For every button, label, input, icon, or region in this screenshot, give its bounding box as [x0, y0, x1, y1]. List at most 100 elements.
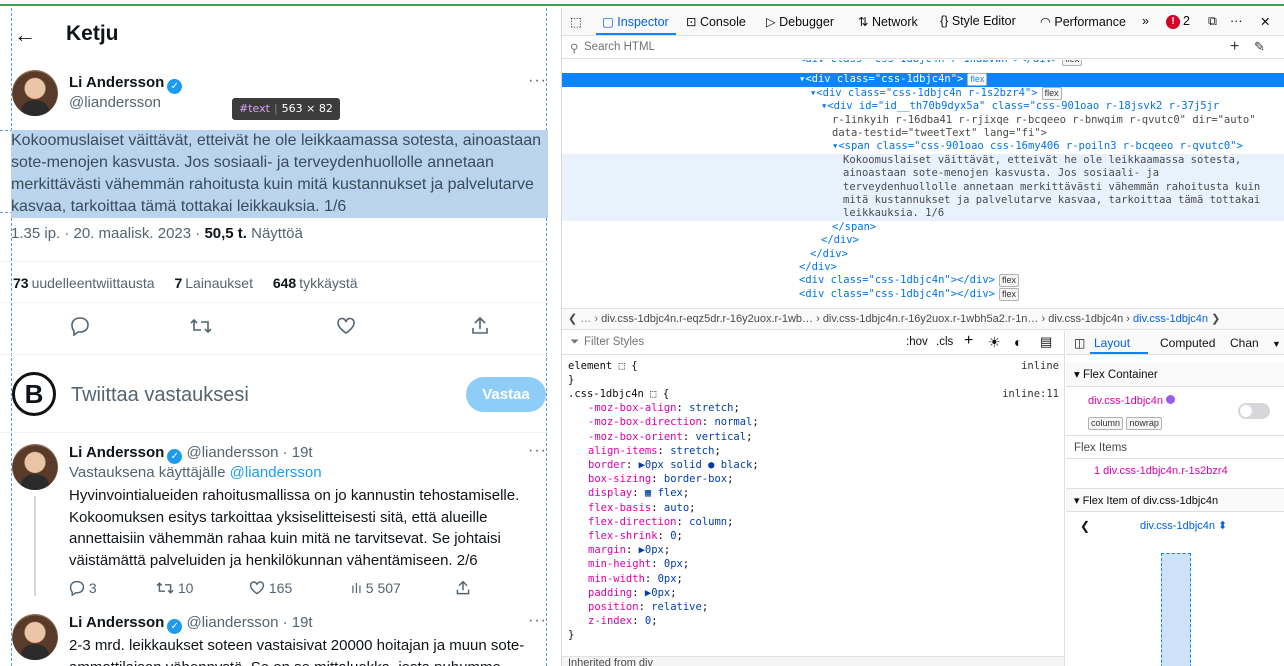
- quote-stat[interactable]: 7 Lainaukset: [174, 275, 253, 291]
- html-tree-node[interactable]: data-testid="tweetText" lang="fi">: [562, 127, 1284, 141]
- reply-icon[interactable]: [70, 316, 90, 342]
- flex-container-element[interactable]: div.css-1dbjc4n: [1088, 395, 1176, 407]
- html-tree[interactable]: <div class="css-1dbjc4n r-1habvwh"></div…: [562, 60, 1284, 307]
- html-tree-node[interactable]: ▾<div class="css-1dbjc4n r-1s2bzr4"> flex: [562, 86, 1284, 101]
- filter-styles-input[interactable]: Filter Styles: [584, 336, 644, 348]
- flex-badge[interactable]: flex: [1062, 60, 1083, 66]
- css-property-name[interactable]: box-sizing: [588, 473, 651, 485]
- css-property-value[interactable]: stretch: [670, 445, 714, 457]
- breadcrumb-item[interactable]: div.css-1dbjc4n.r-16y2uox.r-1wbh5a2.r-1n…: [823, 313, 1039, 325]
- user-avatar-logo-icon[interactable]: B: [12, 372, 56, 416]
- css-property-value[interactable]: relative: [651, 601, 702, 613]
- tab-style-editor[interactable]: {} Style Editor: [940, 14, 1016, 28]
- css-property-value[interactable]: ▶0px: [639, 544, 664, 556]
- flex-container-header[interactable]: ▾ Flex Container: [1066, 363, 1284, 387]
- css-declaration[interactable]: margin: ▶0px;: [588, 543, 1063, 557]
- more-tabs-icon[interactable]: »: [1142, 14, 1149, 28]
- breadcrumb-next-icon[interactable]: ❯: [1211, 313, 1220, 325]
- eyedropper-icon[interactable]: ✎: [1254, 39, 1265, 55]
- html-tree-node[interactable]: r-1inkyih r-16dba41 r-rjixqe r-bcqeeo r-…: [562, 114, 1284, 128]
- css-declaration[interactable]: -moz-box-align: stretch;: [588, 401, 1063, 415]
- css-declaration[interactable]: align-items: stretch;: [588, 444, 1063, 458]
- css-property-name[interactable]: padding: [588, 587, 632, 599]
- hov-toggle[interactable]: :hov: [906, 336, 928, 348]
- rule-source-link[interactable]: inline:11: [1002, 387, 1059, 401]
- css-property-name[interactable]: margin: [588, 544, 626, 556]
- css-property-value[interactable]: 0px: [658, 573, 677, 585]
- reply-to-link[interactable]: @liandersson: [230, 464, 322, 481]
- more-options-icon[interactable]: ···: [528, 72, 547, 90]
- html-tree-node[interactable]: </div>: [562, 248, 1284, 262]
- html-tree-node[interactable]: ▾<div id="id__th70b9dyx5a" class="css-90…: [562, 100, 1284, 114]
- tab-network[interactable]: ⇅ Network: [858, 14, 918, 29]
- css-property-name[interactable]: flex-shrink: [588, 530, 658, 542]
- flex-item-row[interactable]: 1 div.css-1dbjc4n.r-1s2bzr4: [1094, 465, 1274, 477]
- chevron-left-icon[interactable]: ❮: [1080, 519, 1090, 533]
- error-badge-icon[interactable]: !: [1166, 15, 1180, 29]
- cls-toggle[interactable]: .cls: [936, 336, 953, 348]
- html-tree-node[interactable]: <div class="css-1dbjc4n r-1habvwh"></div…: [562, 60, 1284, 67]
- css-declaration[interactable]: min-width: 0px;: [588, 572, 1063, 586]
- avatar[interactable]: [12, 444, 58, 490]
- dock-icon[interactable]: ⧉: [1208, 14, 1217, 29]
- reply-author[interactable]: Li Andersson ✓ @liandersson · 19t: [69, 444, 313, 464]
- more-options-icon[interactable]: ···: [528, 442, 547, 460]
- css-property-name[interactable]: -moz-box-orient: [588, 431, 683, 443]
- like-icon[interactable]: [336, 316, 356, 342]
- flex-item-of-header[interactable]: ▾ Flex Item of div.css-1dbjc4n: [1066, 488, 1284, 512]
- flex-badge[interactable]: flex: [998, 287, 1019, 301]
- css-property-value[interactable]: normal: [714, 416, 752, 428]
- css-property-name[interactable]: -moz-box-align: [588, 402, 677, 414]
- css-declaration[interactable]: min-height: 0px;: [588, 557, 1063, 571]
- breadcrumb-item[interactable]: div.css-1dbjc4n.r-eqz5dr.r-16y2uox.r-1wb…: [601, 313, 813, 325]
- tab-computed[interactable]: Computed: [1160, 336, 1215, 350]
- css-property-value[interactable]: column: [689, 516, 727, 528]
- element-picker-icon[interactable]: ⬚: [570, 14, 582, 29]
- flex-overlay-toggle[interactable]: [1238, 403, 1270, 419]
- flex-item-nav-select[interactable]: div.css-1dbjc4n ⬍: [1140, 519, 1227, 532]
- avatar[interactable]: [12, 70, 58, 116]
- html-tree-node[interactable]: terveydenhuollolle annetaan merkittäväst…: [562, 180, 1284, 195]
- flex-badge[interactable]: flex: [967, 73, 988, 87]
- css-property-name[interactable]: align-items: [588, 445, 658, 457]
- reply-author[interactable]: Li Andersson ✓ @liandersson · 19t: [69, 614, 313, 634]
- author-name[interactable]: Li Andersson ✓: [69, 74, 183, 94]
- css-property-name[interactable]: display: [588, 487, 632, 499]
- css-rule[interactable]: .css-1dbjc4n ⬚ { inline:11 -moz-box-alig…: [568, 387, 1063, 643]
- sidebar-toggle-icon[interactable]: ◫: [1074, 336, 1085, 350]
- avatar[interactable]: [12, 614, 58, 660]
- reply-submit-button[interactable]: Vastaa: [466, 377, 546, 412]
- css-property-name[interactable]: min-width: [588, 573, 645, 585]
- reply-icon[interactable]: 3: [69, 580, 97, 597]
- css-declaration[interactable]: flex-basis: auto;: [588, 501, 1063, 515]
- css-property-value[interactable]: auto: [664, 502, 689, 514]
- more-options-icon[interactable]: ···: [528, 612, 547, 630]
- css-property-name[interactable]: min-height: [588, 558, 651, 570]
- like-stat[interactable]: 648 tykkäystä: [273, 275, 358, 291]
- author-handle[interactable]: @liandersson: [69, 94, 161, 111]
- tab-debugger[interactable]: ▷ Debugger: [766, 14, 834, 29]
- html-tree-node[interactable]: Kokoomuslaiset väittävät, etteivät he ol…: [562, 153, 1284, 168]
- reply-tweet[interactable]: Li Andersson ✓ @liandersson · 19t ··· 2-3…: [0, 612, 548, 666]
- chevron-down-icon[interactable]: ▼: [1272, 339, 1281, 349]
- breadcrumb-item[interactable]: div.css-1dbjc4n: [1048, 313, 1123, 325]
- tab-layout[interactable]: Layout: [1094, 336, 1130, 350]
- html-tree-node[interactable]: mitä kustannukset ja palvelutarve kasvaa…: [562, 194, 1284, 208]
- light-mode-icon[interactable]: ☀: [988, 334, 1001, 351]
- css-declaration[interactable]: -moz-box-direction: normal;: [588, 415, 1063, 429]
- retweet-icon[interactable]: 10: [156, 580, 193, 596]
- like-icon[interactable]: 165: [249, 580, 292, 596]
- share-icon[interactable]: [470, 316, 490, 342]
- css-declaration[interactable]: position: relative;: [588, 600, 1063, 614]
- css-property-value[interactable]: ▶0px: [645, 587, 670, 599]
- arrow-left-icon[interactable]: ←: [14, 22, 36, 48]
- close-icon[interactable]: ✕: [1260, 14, 1270, 29]
- reply-tweet[interactable]: Li Andersson ✓ @liandersson · 19t ··· Vas…: [0, 442, 548, 610]
- css-property-value[interactable]: border-box: [664, 473, 727, 485]
- retweet-stat[interactable]: 73 uudelleentwiittausta: [13, 275, 155, 291]
- html-tree-node[interactable]: </div>: [562, 234, 1284, 248]
- css-declaration[interactable]: flex-direction: column;: [588, 515, 1063, 529]
- css-declaration[interactable]: flex-shrink: 0;: [588, 529, 1063, 543]
- flex-badge[interactable]: flex: [1041, 86, 1062, 100]
- css-declaration[interactable]: padding: ▶0px;: [588, 586, 1063, 600]
